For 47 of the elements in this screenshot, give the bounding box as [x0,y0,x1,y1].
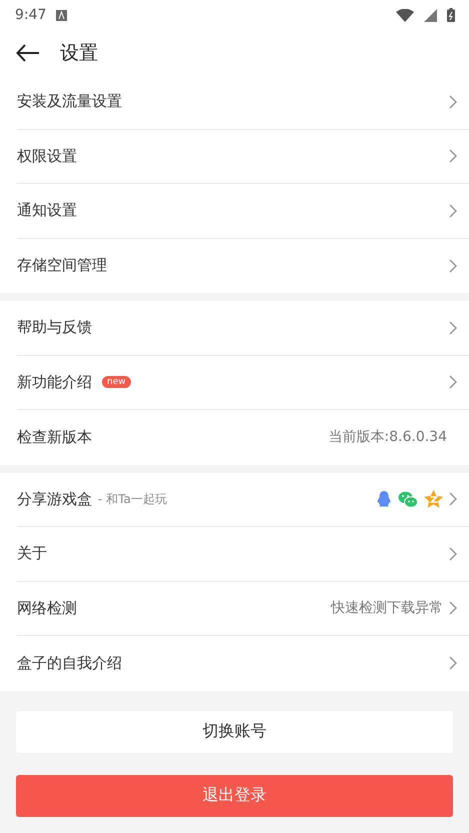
chevron-icon [449,204,457,218]
chevron-icon [449,94,457,109]
page-title: 设置 [60,40,98,66]
row-subtitle: - 和Ta一起玩 [98,490,167,508]
row-label: 通知设置 [17,201,77,220]
signal-icon [424,8,437,22]
settings-row[interactable]: 新功能介绍 new [17,356,469,410]
settings-row[interactable]: 存储空间管理 [17,238,469,293]
chevron-icon [449,149,457,164]
chevron-icon [449,656,457,670]
settings-row[interactable]: 网络检测 快速检测下载异常 [17,582,469,636]
status-time: 9:47 [15,7,46,23]
row-value: 快速检测下载异常 [331,599,443,618]
penguin-icon [376,490,392,508]
battery-icon [447,8,455,22]
row-label: 安装及流量设置 [17,92,122,112]
row-label: 分享游戏盒 [17,490,92,509]
settings-row[interactable]: 安装及流量设置 [17,75,469,130]
notification-icon [56,10,68,20]
settings-row[interactable]: 通知设置 [17,184,469,238]
row-label: 存储空间管理 [17,256,107,276]
row-value: 当前版本:8.6.0.34 [328,428,447,446]
row-label: 检查新版本 [17,428,92,447]
row-label: 网络检测 [17,598,77,618]
settings-row[interactable]: 盒子的自我介绍 [17,636,469,690]
chevron-icon [449,258,457,273]
settings-row[interactable]: 检查新版本 当前版本:8.6.0.34 [17,410,469,464]
chevron-icon [449,601,457,616]
chat-bubbles-icon [398,490,418,508]
row-label: 盒子的自我介绍 [17,654,122,673]
chevron-icon [449,320,457,335]
settings-row[interactable]: 权限设置 [17,130,469,184]
new-badge: new [102,376,131,388]
settings-row[interactable]: 分享游戏盒 - 和Ta一起玩 [17,472,469,527]
chevron-icon [449,375,457,390]
row-label: 新功能介绍 [17,372,92,392]
wifi-icon [396,8,414,22]
row-label: 帮助与反馈 [17,318,92,338]
row-label: 权限设置 [17,146,77,166]
settings-row[interactable]: 帮助与反馈 [17,301,469,356]
back-arrow-icon[interactable] [16,44,40,62]
settings-row[interactable]: 关于 [17,527,469,582]
star-icon [424,490,443,508]
switch-account-button[interactable]: 切换账号 [16,710,453,752]
row-label: 关于 [17,544,47,564]
chevron-icon [449,546,457,561]
chevron-icon [449,492,457,506]
